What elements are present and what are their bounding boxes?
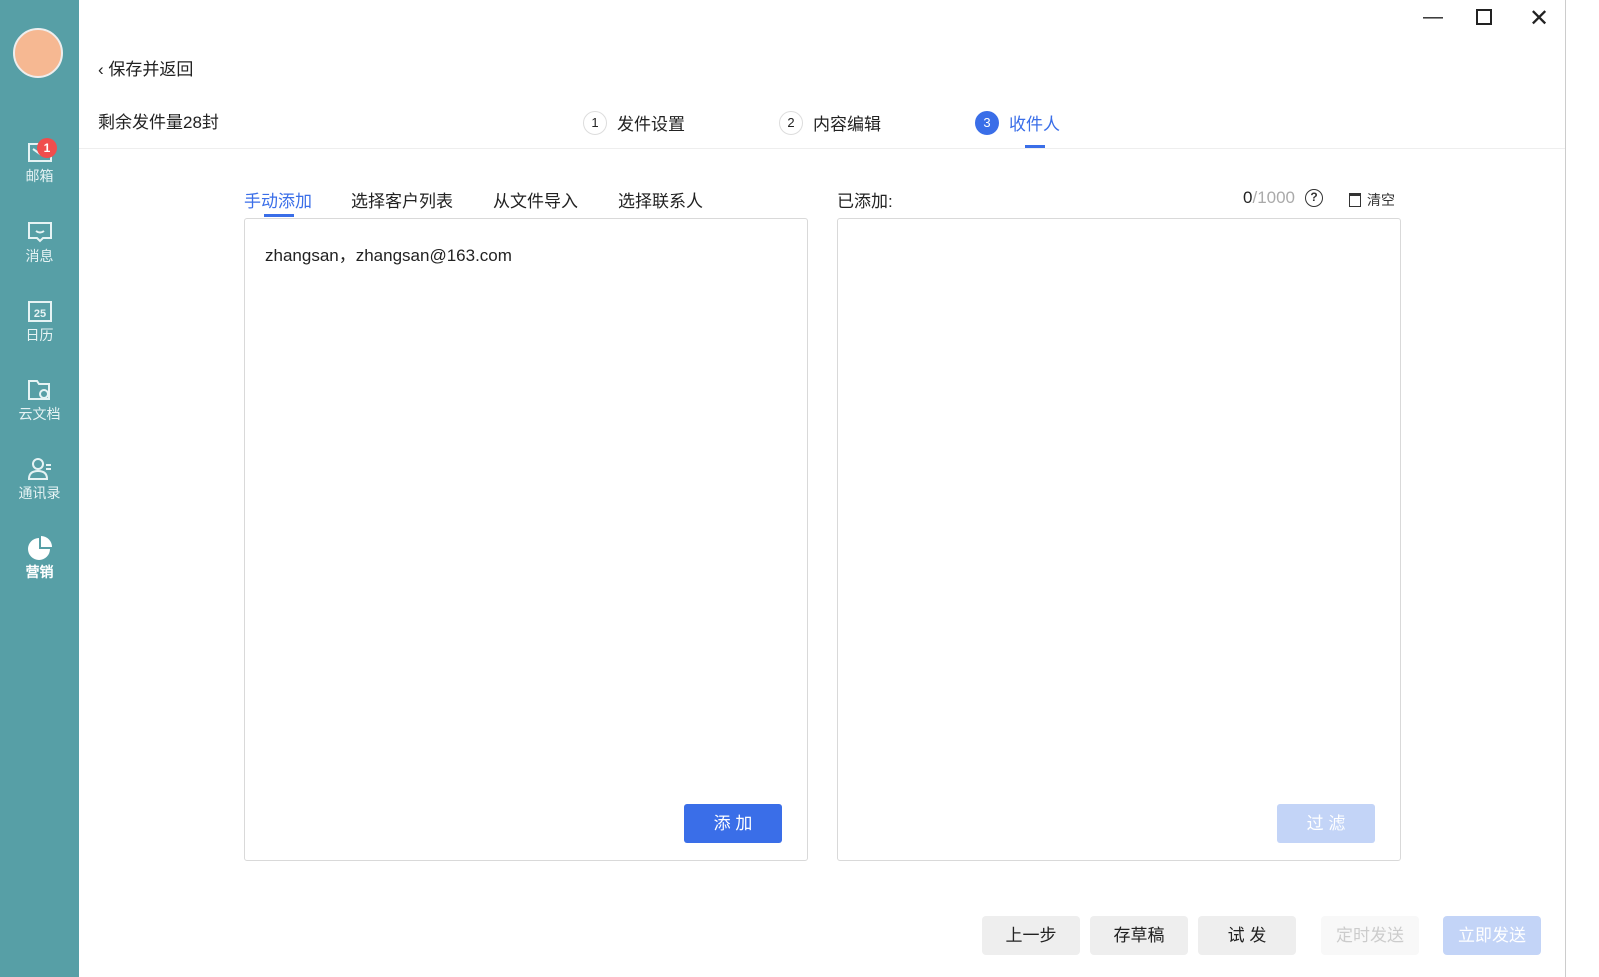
close-button[interactable]: ✕: [1529, 4, 1549, 33]
pie-chart-icon: [27, 536, 52, 560]
added-recipients-list: 过 滤: [837, 218, 1401, 861]
added-counter: 0/1000: [1243, 188, 1295, 208]
svg-text:25: 25: [33, 308, 45, 320]
sidebar-label: 日历: [25, 327, 54, 343]
sidebar-label: 消息: [25, 248, 54, 264]
sidebar-item-cloud-docs[interactable]: 云文档: [0, 378, 79, 424]
step-number: 3: [975, 110, 999, 135]
sidebar-label: 通讯录: [18, 485, 61, 501]
clear-label: 清空: [1367, 192, 1395, 208]
send-now-button[interactable]: 立即发送: [1443, 916, 1541, 955]
step-recipients[interactable]: 3 收件人: [975, 110, 1060, 135]
sidebar-label: 云文档: [18, 406, 61, 422]
tab-manual-add[interactable]: 手动添加: [244, 187, 312, 212]
sidebar-label: 邮箱: [25, 168, 54, 184]
tab-import-file[interactable]: 从文件导入: [493, 187, 578, 212]
save-and-return-button[interactable]: ‹ 保存并返回: [98, 55, 193, 80]
clear-button[interactable]: 清空: [1349, 190, 1395, 210]
sidebar-item-contacts[interactable]: 通讯录: [0, 457, 79, 503]
sidebar-item-calendar[interactable]: 25 日历: [0, 299, 79, 345]
recipient-input-area[interactable]: zhangsan，zhangsan@163.com 添 加: [244, 218, 808, 861]
save-draft-button[interactable]: 存草稿: [1090, 916, 1188, 955]
recipient-input-text[interactable]: zhangsan，zhangsan@163.com: [265, 241, 512, 266]
tab-customer-list[interactable]: 选择客户列表: [351, 187, 453, 212]
calendar-icon: 25: [27, 301, 52, 322]
add-button[interactable]: 添 加: [684, 804, 782, 843]
tab-active-indicator: [264, 214, 294, 217]
contacts-icon: [27, 458, 51, 480]
sidebar-item-messages[interactable]: 消息: [0, 220, 79, 266]
sidebar-label: 营销: [25, 564, 54, 580]
sidebar-item-marketing[interactable]: 营销: [0, 536, 79, 582]
filter-button[interactable]: 过 滤: [1277, 804, 1375, 843]
sidebar: 1 邮箱 消息 25 日历 云文档 通讯录 营销: [0, 0, 79, 977]
folder-cloud-icon: [27, 380, 50, 400]
minimize-button[interactable]: —: [1423, 6, 1443, 29]
previous-step-button[interactable]: 上一步: [982, 916, 1080, 955]
step-label: 收件人: [1009, 115, 1060, 134]
back-label: 保存并返回: [108, 60, 194, 79]
tab-select-contacts[interactable]: 选择联系人: [618, 187, 703, 212]
remaining-quota: 剩余发件量28封: [98, 113, 219, 132]
added-limit: /1000: [1252, 188, 1296, 207]
avatar[interactable]: [13, 28, 63, 78]
divider: [79, 148, 1565, 149]
step-content-edit[interactable]: 2 内容编辑: [779, 110, 881, 135]
message-icon: [27, 222, 52, 243]
step-number: 2: [779, 110, 803, 135]
scheduled-send-button[interactable]: 定时发送: [1321, 916, 1419, 955]
step-label: 发件设置: [617, 115, 685, 134]
step-number: 1: [583, 110, 607, 135]
step-label: 内容编辑: [813, 115, 881, 134]
chevron-left-icon: ‹: [98, 60, 104, 79]
window-border: [1565, 0, 1566, 977]
sidebar-item-mail[interactable]: 1 邮箱: [0, 138, 79, 186]
help-icon[interactable]: ?: [1305, 189, 1323, 207]
trash-icon: [1349, 193, 1361, 207]
maximize-button[interactable]: [1476, 9, 1492, 25]
unread-badge: 1: [37, 138, 57, 158]
step-send-settings[interactable]: 1 发件设置: [583, 110, 685, 135]
test-send-button[interactable]: 试 发: [1198, 916, 1296, 955]
added-label: 已添加:: [837, 192, 893, 211]
